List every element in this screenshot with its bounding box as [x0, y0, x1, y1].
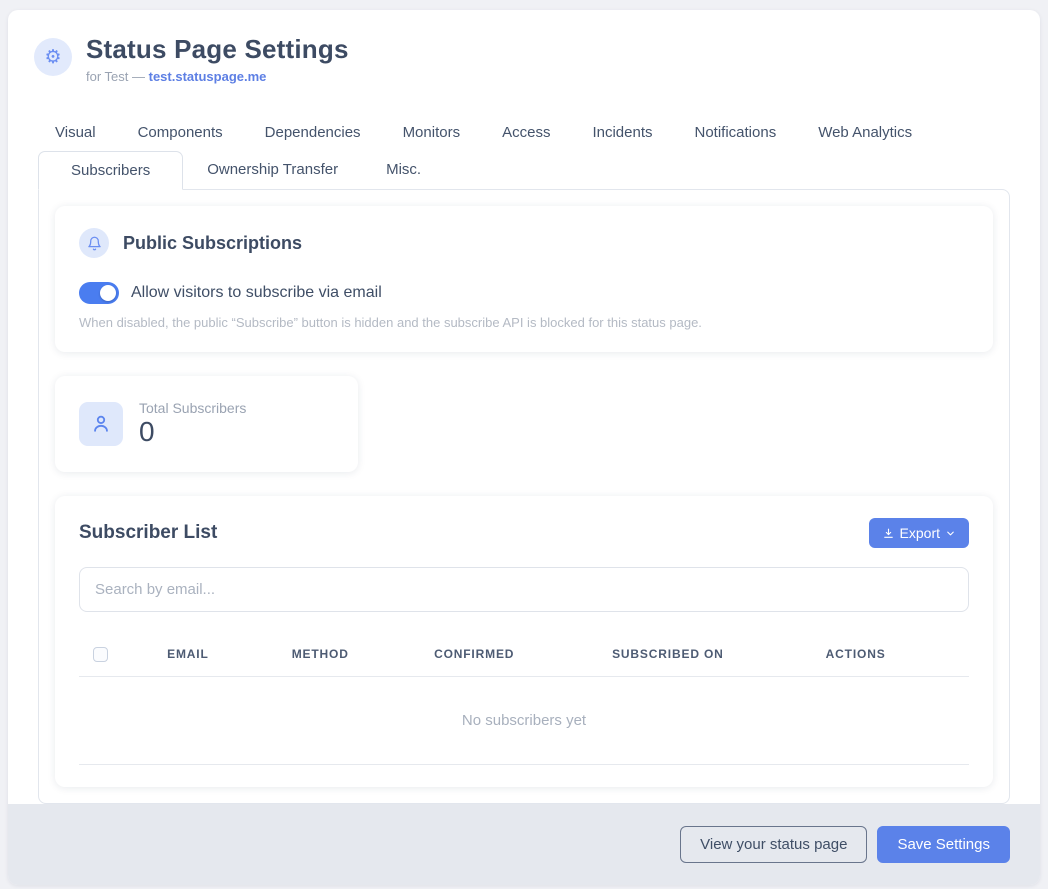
tab-visual[interactable]: Visual — [34, 114, 117, 151]
stats-value: 0 — [139, 416, 246, 448]
select-all-checkbox[interactable] — [93, 647, 108, 662]
empty-state-message: No subscribers yet — [79, 676, 969, 764]
subscriber-list-title: Subscriber List — [79, 522, 217, 544]
view-status-page-button[interactable]: View your status page — [680, 826, 867, 863]
page-header: ⚙ Status Page Settings for Test — test.s… — [8, 10, 1040, 90]
toggle-label: Allow visitors to subscribe via email — [131, 284, 382, 302]
table-header-row: EMAIL METHOD CONFIRMED SUBSCRIBED ON ACT… — [79, 638, 969, 676]
toggle-hint-text: When disabled, the public “Subscribe” bu… — [79, 315, 969, 330]
column-confirmed: CONFIRMED — [426, 638, 604, 676]
download-icon — [882, 527, 895, 540]
toggle-knob — [100, 285, 116, 301]
tab-subscribers[interactable]: Subscribers — [38, 151, 183, 190]
public-subscriptions-header: Public Subscriptions — [79, 228, 969, 258]
tab-bar-row2: Subscribers Ownership Transfer Misc. — [8, 151, 1040, 189]
export-button-label: Export — [900, 525, 940, 541]
tab-bar-row1: Visual Components Dependencies Monitors … — [8, 114, 1040, 151]
tab-web-analytics[interactable]: Web Analytics — [797, 114, 933, 151]
empty-state-row: No subscribers yet — [79, 676, 969, 764]
column-email: EMAIL — [159, 638, 284, 676]
column-method: METHOD — [284, 638, 426, 676]
tab-dependencies[interactable]: Dependencies — [244, 114, 382, 151]
total-subscribers-card: Total Subscribers 0 — [55, 376, 358, 472]
save-settings-button[interactable]: Save Settings — [877, 826, 1010, 863]
tab-monitors[interactable]: Monitors — [382, 114, 482, 151]
tab-components[interactable]: Components — [117, 114, 244, 151]
subscriber-list-card: Subscriber List Export — [55, 496, 993, 786]
subscriber-list-header: Subscriber List Export — [79, 518, 969, 548]
tab-notifications[interactable]: Notifications — [674, 114, 798, 151]
column-subscribed-on: SUBSCRIBED ON — [604, 638, 818, 676]
settings-window: ⚙ Status Page Settings for Test — test.s… — [8, 10, 1040, 885]
page-title: Status Page Settings — [86, 34, 349, 65]
export-button[interactable]: Export — [869, 518, 969, 548]
gear-icon: ⚙ — [34, 38, 72, 76]
page-subtitle: for Test — test.statuspage.me — [86, 69, 349, 84]
search-input[interactable] — [79, 567, 969, 612]
allow-subscribe-toggle[interactable] — [79, 282, 119, 304]
subtitle-prefix: for Test — — [86, 69, 149, 84]
person-icon — [79, 402, 123, 446]
chevron-down-icon — [945, 528, 956, 539]
footer-bar: View your status page Save Settings — [8, 804, 1040, 885]
public-subscriptions-title: Public Subscriptions — [123, 233, 302, 254]
bell-icon — [79, 228, 109, 258]
tab-incidents[interactable]: Incidents — [571, 114, 673, 151]
tab-access[interactable]: Access — [481, 114, 571, 151]
subscribe-toggle-row: Allow visitors to subscribe via email — [79, 282, 969, 304]
stats-label: Total Subscribers — [139, 400, 246, 416]
subscribers-tab-panel: Public Subscriptions Allow visitors to s… — [38, 189, 1010, 804]
status-page-link[interactable]: test.statuspage.me — [149, 69, 267, 84]
tab-ownership-transfer[interactable]: Ownership Transfer — [183, 151, 362, 189]
column-actions: ACTIONS — [818, 638, 969, 676]
tab-misc[interactable]: Misc. — [362, 151, 445, 189]
public-subscriptions-card: Public Subscriptions Allow visitors to s… — [55, 206, 993, 352]
stats-text: Total Subscribers 0 — [139, 400, 246, 448]
title-block: Status Page Settings for Test — test.sta… — [86, 34, 349, 84]
subscribers-table: EMAIL METHOD CONFIRMED SUBSCRIBED ON ACT… — [79, 638, 969, 764]
